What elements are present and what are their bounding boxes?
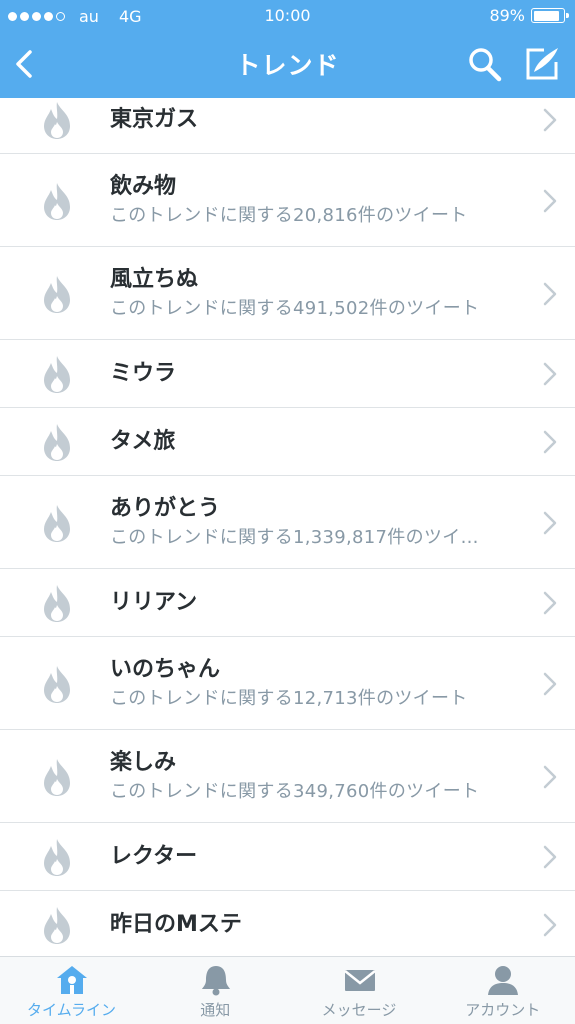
tab-bar: タイムライン 通知 メッセージ アカウント [0, 956, 575, 1024]
chevron-right-icon [543, 189, 557, 213]
trend-row[interactable]: ミウラ [0, 340, 575, 408]
trend-row[interactable]: いのちゃんこのトレンドに関する12,713件のツイート [0, 637, 575, 730]
chevron-right-icon [543, 845, 557, 869]
home-icon [55, 963, 89, 997]
chevron-right-icon [543, 672, 557, 696]
trend-row[interactable]: 昨日のMステ [0, 891, 575, 956]
tab-label: アカウント [465, 1001, 541, 1019]
chevron-right-icon [543, 362, 557, 386]
compose-button[interactable] [522, 44, 562, 84]
trend-tweet-count: このトレンドに関する491,502件のツイート [110, 297, 480, 319]
trend-name: ありがとう [110, 495, 221, 521]
trend-text: 昨日のMステ [110, 911, 515, 939]
trend-text: 楽しみこのトレンドに関する349,760件のツイート [110, 749, 515, 805]
status-right: 89% [489, 6, 569, 25]
search-button[interactable] [466, 44, 504, 84]
chevron-right-icon [543, 913, 557, 937]
trend-row[interactable]: 飲み物このトレンドに関する20,816件のツイート [0, 154, 575, 247]
trend-name: ミウラ [110, 361, 177, 386]
trend-row[interactable]: 東京ガス [0, 98, 575, 154]
flame-icon [40, 422, 74, 462]
tab-label: 通知 [200, 1001, 231, 1019]
trend-tweet-count: このトレンドに関する20,816件のツイート [110, 204, 468, 226]
trend-text: ミウラ [110, 360, 515, 388]
flame-icon [40, 503, 74, 543]
person-icon [486, 963, 520, 997]
trend-text: いのちゃんこのトレンドに関する12,713件のツイート [110, 656, 515, 712]
trend-tweet-count: このトレンドに関する12,713件のツイート [110, 687, 468, 709]
nav-bar: トレンド [0, 32, 575, 98]
flame-icon [40, 837, 74, 877]
search-icon [469, 48, 502, 82]
chevron-right-icon [543, 108, 557, 132]
status-bar: au 4G 10:00 89% [0, 0, 575, 32]
trend-name: レクター [110, 844, 198, 869]
trend-row[interactable]: タメ旅 [0, 408, 575, 476]
trend-tweet-count: このトレンドに関する349,760件のツイート [110, 780, 480, 802]
flame-icon [40, 905, 74, 945]
tab-label: タイムライン [27, 1001, 116, 1019]
bell-icon [199, 963, 233, 997]
tab-person[interactable]: アカウント [431, 957, 574, 1024]
envelope-icon [343, 963, 377, 997]
trend-text: リリアン [110, 589, 515, 617]
flame-icon [40, 583, 74, 623]
trend-text: ありがとうこのトレンドに関する1,339,817件のツイ… [110, 495, 515, 551]
trend-text: レクター [110, 843, 515, 871]
tab-home[interactable]: タイムライン [0, 957, 143, 1024]
trend-name: 楽しみ [110, 749, 177, 775]
tab-label: メッセージ [321, 1001, 397, 1019]
flame-icon [40, 757, 74, 797]
flame-icon [40, 274, 74, 314]
trend-name: リリアン [110, 590, 198, 615]
trend-text: 東京ガス [110, 106, 515, 134]
chevron-right-icon [543, 591, 557, 615]
trend-list: 東京ガス 飲み物 このトレンドに関する20,816件のツイート 風立ちぬ このトレンドに… [0, 98, 575, 956]
flame-icon [40, 181, 74, 221]
flame-icon [40, 664, 74, 704]
trend-row[interactable]: ありがとうこのトレンドに関する1,339,817件のツイ… [0, 476, 575, 569]
flame-icon [40, 354, 74, 394]
tab-envelope[interactable]: メッセージ [288, 957, 431, 1024]
flame-icon [40, 100, 74, 140]
trend-name: いのちゃん [110, 656, 221, 682]
trend-name: 飲み物 [110, 173, 177, 199]
top-bar: au 4G 10:00 89% トレンド [0, 0, 575, 98]
trend-text: タメ旅 [110, 428, 515, 456]
battery-percent: 89% [489, 6, 525, 25]
trend-name: 昨日のMステ [110, 912, 242, 937]
compose-icon [526, 48, 558, 80]
trend-name: タメ旅 [110, 429, 176, 454]
trend-row[interactable]: リリアン [0, 569, 575, 637]
trend-row[interactable]: 楽しみこのトレンドに関する349,760件のツイート [0, 730, 575, 823]
trend-row[interactable]: レクター [0, 823, 575, 891]
tab-bell[interactable]: 通知 [144, 957, 287, 1024]
trend-tweet-count: このトレンドに関する1,339,817件のツイ… [110, 526, 479, 548]
trend-text: 風立ちぬこのトレンドに関する491,502件のツイート [110, 266, 515, 322]
trend-text: 飲み物このトレンドに関する20,816件のツイート [110, 173, 515, 229]
chevron-right-icon [543, 282, 557, 306]
chevron-right-icon [543, 765, 557, 789]
battery-icon [531, 8, 569, 23]
trend-name: 東京ガス [110, 107, 199, 132]
chevron-right-icon [543, 511, 557, 535]
trend-row[interactable]: 風立ちぬこのトレンドに関する491,502件のツイート [0, 247, 575, 340]
trend-name: 風立ちぬ [110, 266, 199, 292]
chevron-right-icon [543, 430, 557, 454]
